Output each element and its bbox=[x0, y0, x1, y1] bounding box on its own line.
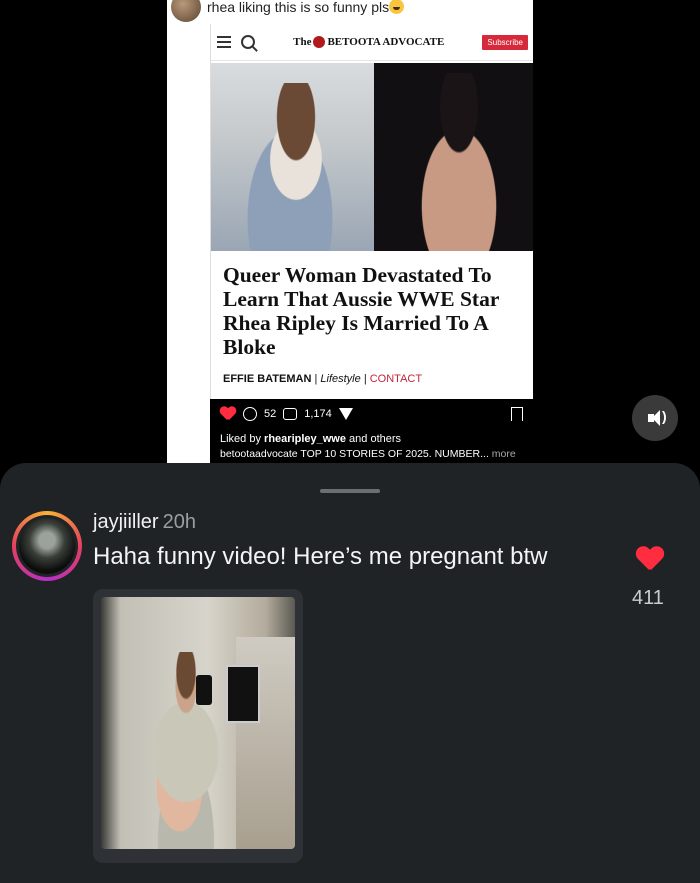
repost-icon[interactable] bbox=[283, 408, 298, 420]
comment-like-count: 411 bbox=[632, 587, 664, 609]
bookmark-icon[interactable] bbox=[511, 407, 523, 421]
site-logo: The BETOOTA ADVOCATE bbox=[293, 36, 445, 48]
more-link[interactable]: more bbox=[492, 448, 516, 460]
mirror-selfie-image bbox=[101, 597, 295, 849]
repost-count: 1,174 bbox=[304, 408, 332, 420]
comment-text: Haha funny video! Here’s me pregnant btw bbox=[93, 543, 548, 570]
subscribe-button: Subscribe bbox=[482, 34, 528, 50]
liked-by: Liked by rhearipley_wwe and others bbox=[220, 433, 402, 445]
menu-icon bbox=[217, 36, 231, 48]
caption-avatar bbox=[171, 0, 201, 22]
action-row: 52 1,174 bbox=[210, 399, 533, 421]
photo-sad-woman bbox=[211, 63, 374, 251]
post-caption: betootaadvocate TOP 10 STORIES OF 2025. … bbox=[220, 448, 516, 460]
article-header: The BETOOTA ADVOCATE Subscribe bbox=[211, 24, 533, 61]
comment-count: 52 bbox=[264, 408, 277, 420]
share-icon[interactable] bbox=[338, 408, 353, 420]
comment-icon[interactable] bbox=[243, 407, 257, 421]
article-photos bbox=[211, 63, 533, 251]
sound-toggle-button[interactable] bbox=[632, 395, 678, 441]
avatar-image bbox=[19, 518, 75, 574]
comment-like-heart-icon[interactable] bbox=[636, 547, 664, 571]
comment-username[interactable]: jayjiiller 20h bbox=[93, 511, 196, 534]
reel-caption: rhea liking this is so funny pls bbox=[207, 0, 405, 15]
heart-icon[interactable] bbox=[220, 407, 236, 421]
drag-handle[interactable] bbox=[320, 489, 380, 493]
reel-preview[interactable]: rhea liking this is so funny pls The BET… bbox=[167, 0, 533, 470]
photo-wrestler bbox=[374, 63, 533, 251]
reel-caption-bar: rhea liking this is so funny pls bbox=[167, 0, 533, 24]
crying-laughing-emoji-icon bbox=[389, 0, 405, 14]
search-icon bbox=[241, 35, 255, 49]
sound-icon bbox=[648, 408, 667, 426]
comment-photo[interactable] bbox=[93, 589, 303, 863]
article-byline: EFFIE BATEMAN | Lifestyle | CONTACT bbox=[223, 373, 423, 385]
comments-sheet: jayjiiller 20h Haha funny video! Here’s m… bbox=[0, 463, 700, 883]
avatar[interactable] bbox=[12, 511, 82, 581]
comment-time: 20h bbox=[162, 511, 196, 533]
article-screenshot: The BETOOTA ADVOCATE Subscribe Queer Wom… bbox=[210, 24, 533, 399]
article-headline: Queer Woman Devastated To Learn That Aus… bbox=[223, 263, 499, 359]
logo-seal-icon bbox=[313, 36, 326, 48]
reel-actions: 52 1,174 Liked by rhearipley_wwe and oth… bbox=[210, 399, 533, 470]
